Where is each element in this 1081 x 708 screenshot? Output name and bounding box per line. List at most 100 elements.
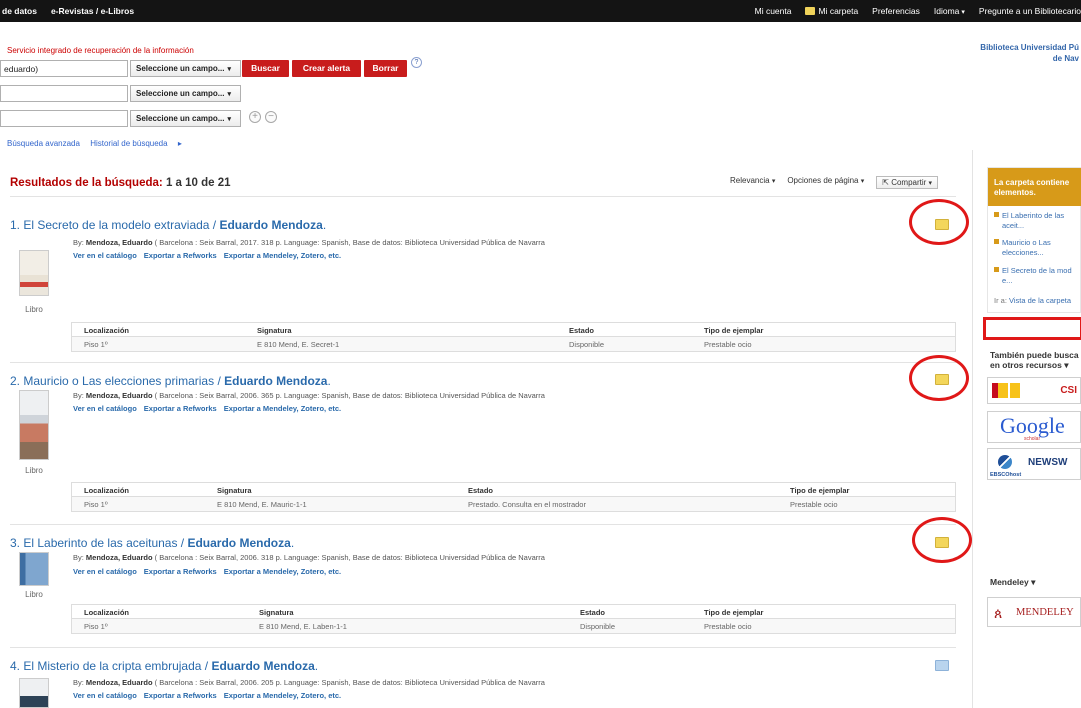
google-scholar-resource[interactable]: Google scholar (987, 411, 1081, 443)
result-author[interactable]: Eduardo Mendoza (219, 218, 322, 232)
add-to-folder-icon[interactable] (935, 660, 949, 671)
exportar-refworks-link[interactable]: Exportar a Refworks (144, 404, 217, 413)
book-cover[interactable] (19, 250, 49, 296)
results-label: Resultados de la búsqueda: (10, 177, 163, 189)
result-actions-2: Ver en el catálogo Exportar a Refworks Exp… (73, 404, 348, 413)
result-author[interactable]: Eduardo Mendoza (211, 659, 314, 673)
col-estado: Estado (468, 486, 494, 495)
by-label: By: (73, 391, 86, 400)
ver-catalogo-link[interactable]: Ver en el catálogo (73, 251, 137, 260)
holdings-header-row: Localización Signatura Estado Tipo de ej… (72, 323, 955, 337)
exportar-refworks-link[interactable]: Exportar a Refworks (144, 567, 217, 576)
book-cover[interactable] (19, 390, 49, 460)
highlight-circle (909, 199, 969, 245)
result-title-text: El Laberinto de las aceitunas / (23, 536, 188, 550)
exportar-mendeley-link[interactable]: Exportar a Mendeley, Zotero, etc. (224, 691, 341, 700)
mendeley-resource[interactable]: ጰ MENDELEY (987, 597, 1081, 627)
holdings-header-row: Localización Signatura Estado Tipo de ej… (72, 605, 955, 619)
folder-item-line-1: Mauricio o Las (1002, 238, 1051, 247)
result-meta-1: By: Mendoza, Eduardo ( Barcelona : Seix … (73, 238, 545, 247)
folder-item[interactable]: El Laberinto de las aceit... (994, 211, 1064, 231)
book-cover[interactable] (19, 552, 49, 586)
nav-mi-cuenta[interactable]: Mi cuenta (755, 6, 792, 16)
also-search-line-2: en otros recursos ▾ (990, 360, 1079, 370)
compartir-button[interactable]: ⇱ Compartir ▾ (876, 176, 939, 189)
folder-item[interactable]: El Secreto de la mod e... (994, 266, 1072, 286)
result-author[interactable]: Eduardo Mendoza (224, 374, 327, 388)
meta-details: ( Barcelona : Seix Barral, 2006. 205 p. … (152, 678, 545, 687)
borrar-button[interactable]: Borrar (364, 60, 407, 77)
exportar-mendeley-link[interactable]: Exportar a Mendeley, Zotero, etc. (224, 567, 341, 576)
search-history-link[interactable]: Historial de búsqueda ▸ (90, 139, 190, 148)
meta-details: ( Barcelona : Seix Barral, 2017. 318 p. … (152, 238, 545, 247)
col-estado: Estado (569, 326, 595, 335)
ver-catalogo-link[interactable]: Ver en el catálogo (73, 404, 137, 413)
col-localizacion: Localización (84, 326, 130, 335)
newsweb-label: NEWSW (1028, 457, 1068, 468)
also-search-heading[interactable]: También puede busca en otros recursos ▾ (990, 350, 1079, 370)
top-navigation-bar: de datos e-Revistas / e-Libros Mi cuenta… (0, 0, 1081, 22)
nav-pregunte[interactable]: Pregunte a un Bibliotecario (979, 6, 1081, 16)
opciones-pagina-dropdown[interactable]: Opciones de página ▾ (787, 176, 864, 189)
search-input-1[interactable]: eduardo) (0, 60, 128, 77)
chevron-down-icon: ▾ (227, 116, 231, 123)
result-author[interactable]: Eduardo Mendoza (187, 536, 290, 550)
nav-bases-de-datos[interactable]: de datos (2, 6, 37, 16)
folder-icon (805, 7, 816, 15)
cell-localizacion: Piso 1º (84, 622, 108, 631)
result-title-1[interactable]: 1. El Secreto de la modelo extraviada / … (10, 218, 326, 232)
exportar-refworks-link[interactable]: Exportar a Refworks (144, 251, 217, 260)
divider (10, 647, 956, 648)
folder-item[interactable]: Mauricio o Las elecciones... (994, 238, 1051, 258)
exportar-mendeley-link[interactable]: Exportar a Mendeley, Zotero, etc. (224, 404, 341, 413)
advanced-search-link[interactable]: Búsqueda avanzada (7, 139, 80, 148)
also-search-line-2-text: en otros recursos (990, 360, 1062, 370)
result-title-3[interactable]: 3. El Laberinto de las aceitunas / Eduar… (10, 536, 294, 550)
book-cover[interactable] (19, 678, 49, 708)
library-name-line-2: de Nav (1052, 54, 1079, 63)
result-title-2[interactable]: 2. Mauricio o Las elecciones primarias /… (10, 374, 331, 388)
ebsco-resource[interactable]: NEWSW EBSCOhost (987, 448, 1081, 480)
search-input-3[interactable] (0, 110, 128, 127)
exportar-refworks-link[interactable]: Exportar a Refworks (144, 691, 217, 700)
folder-box-header: La carpeta contiene elementos. (988, 168, 1081, 206)
field-select-3[interactable]: Seleccione un campo... ▾ (130, 110, 241, 127)
folder-view-link[interactable]: Vista de la carpeta (1009, 296, 1071, 305)
holdings-table-3: Localización Signatura Estado Tipo de ej… (71, 604, 956, 634)
field-select-2[interactable]: Seleccione un campo... ▾ (130, 85, 241, 102)
result-title-text: Mauricio o Las elecciones primarias / (23, 374, 225, 388)
csic-resource[interactable]: CSI (987, 377, 1081, 404)
cell-signatura: E 810 Mend, E. Mauric-1-1 (217, 500, 307, 509)
by-label: By: (73, 238, 86, 247)
cell-signatura: E 810 Mend, E. Laben-1-1 (259, 622, 347, 631)
help-icon[interactable]: ? (411, 57, 422, 68)
chevron-down-icon: ▾ (860, 178, 865, 185)
buscar-button[interactable]: Buscar (242, 60, 289, 77)
search-input-2[interactable] (0, 85, 128, 102)
csic-logo (992, 383, 1032, 398)
field-select-1[interactable]: Seleccione un campo... ▾ (130, 60, 241, 77)
nav-idioma[interactable]: Idioma ▾ (934, 6, 965, 16)
relevancia-dropdown[interactable]: Relevancia ▾ (730, 176, 775, 189)
exportar-mendeley-link[interactable]: Exportar a Mendeley, Zotero, etc. (224, 251, 341, 260)
remove-row-button[interactable]: − (265, 111, 277, 123)
mendeley-heading[interactable]: Mendeley ▾ (990, 577, 1035, 588)
highlight-circle (912, 517, 972, 563)
mendeley-heading-text: Mendeley (990, 577, 1029, 587)
meta-author[interactable]: Mendoza, Eduardo (86, 678, 153, 687)
ver-catalogo-link[interactable]: Ver en el catálogo (73, 567, 137, 576)
meta-author[interactable]: Mendoza, Eduardo (86, 391, 153, 400)
opciones-label: Opciones de página (787, 176, 859, 185)
col-signatura: Signatura (217, 486, 252, 495)
nav-mi-carpeta[interactable]: Mi carpeta (805, 6, 858, 16)
meta-author[interactable]: Mendoza, Eduardo (86, 238, 153, 247)
add-row-button[interactable]: + (249, 111, 261, 123)
result-title-4[interactable]: 4. El Misterio de la cripta embrujada / … (10, 659, 318, 673)
cell-tipo: Prestable ocio (704, 622, 752, 631)
nav-preferencias[interactable]: Preferencias (872, 6, 920, 16)
nav-e-revistas[interactable]: e-Revistas / e-Libros (51, 6, 134, 16)
compartir-label: Compartir (891, 178, 927, 187)
ver-catalogo-link[interactable]: Ver en el catálogo (73, 691, 137, 700)
meta-author[interactable]: Mendoza, Eduardo (86, 553, 153, 562)
crear-alerta-button[interactable]: Crear alerta (292, 60, 361, 77)
